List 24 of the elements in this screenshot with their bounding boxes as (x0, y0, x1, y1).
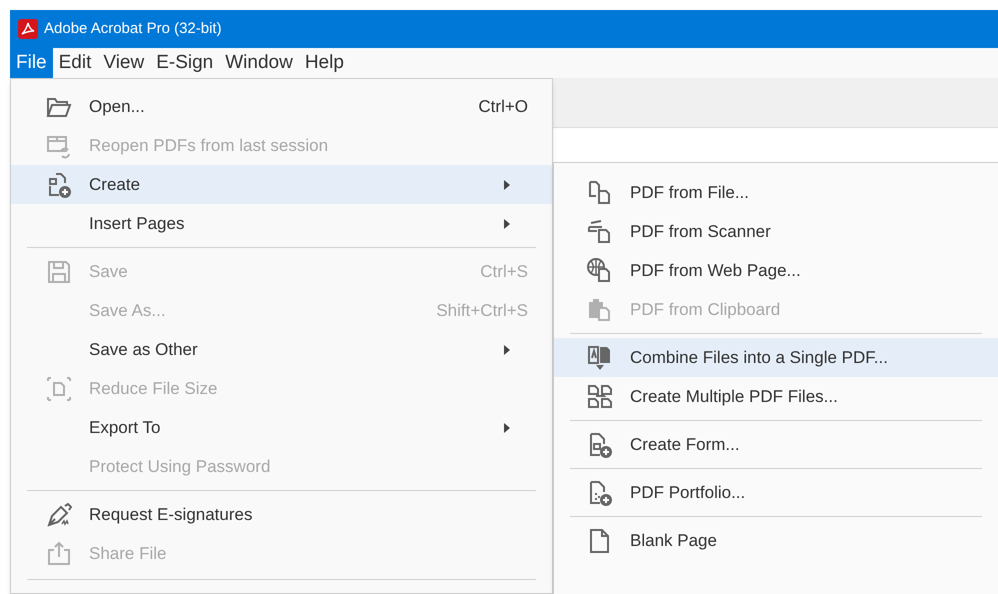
shortcut-label: Shift+Ctrl+S (436, 300, 528, 322)
menu-item[interactable]: Combine Files into a Single PDF... (554, 338, 998, 377)
menu-item[interactable]: Create (11, 165, 552, 204)
reduce-file-icon (45, 374, 73, 402)
menu-item[interactable]: PDF from File... (554, 173, 998, 212)
menu-item[interactable]: Request E-signatures (11, 495, 552, 534)
app-logo-icon (18, 19, 38, 39)
menu-item[interactable]: Insert Pages (11, 204, 552, 243)
menu-item[interactable]: Save as Other (11, 330, 552, 369)
pen-signature-icon (45, 500, 73, 528)
menu-item[interactable]: Export To (11, 408, 552, 447)
menu-item[interactable]: PDF from Scanner (554, 212, 998, 251)
shortcut-label: Ctrl+O (478, 96, 528, 118)
menu-item[interactable]: PDF from Web Page... (554, 251, 998, 290)
menu-item[interactable]: PDF Portfolio... (554, 473, 998, 512)
menu-bar-item[interactable]: File (10, 48, 53, 78)
menu-item[interactable]: Create Multiple PDF Files... (554, 377, 998, 416)
shortcut-label: Ctrl+S (480, 260, 528, 283)
menu-item[interactable]: Open... Ctrl+O (11, 87, 552, 126)
multiple-files-icon (586, 382, 614, 410)
menu-item[interactable]: Create Form... (554, 425, 998, 464)
window-title: Adobe Acrobat Pro (32-bit) (44, 18, 222, 39)
menu-item[interactable]: Blank Page (554, 521, 998, 560)
share-icon (45, 540, 73, 568)
